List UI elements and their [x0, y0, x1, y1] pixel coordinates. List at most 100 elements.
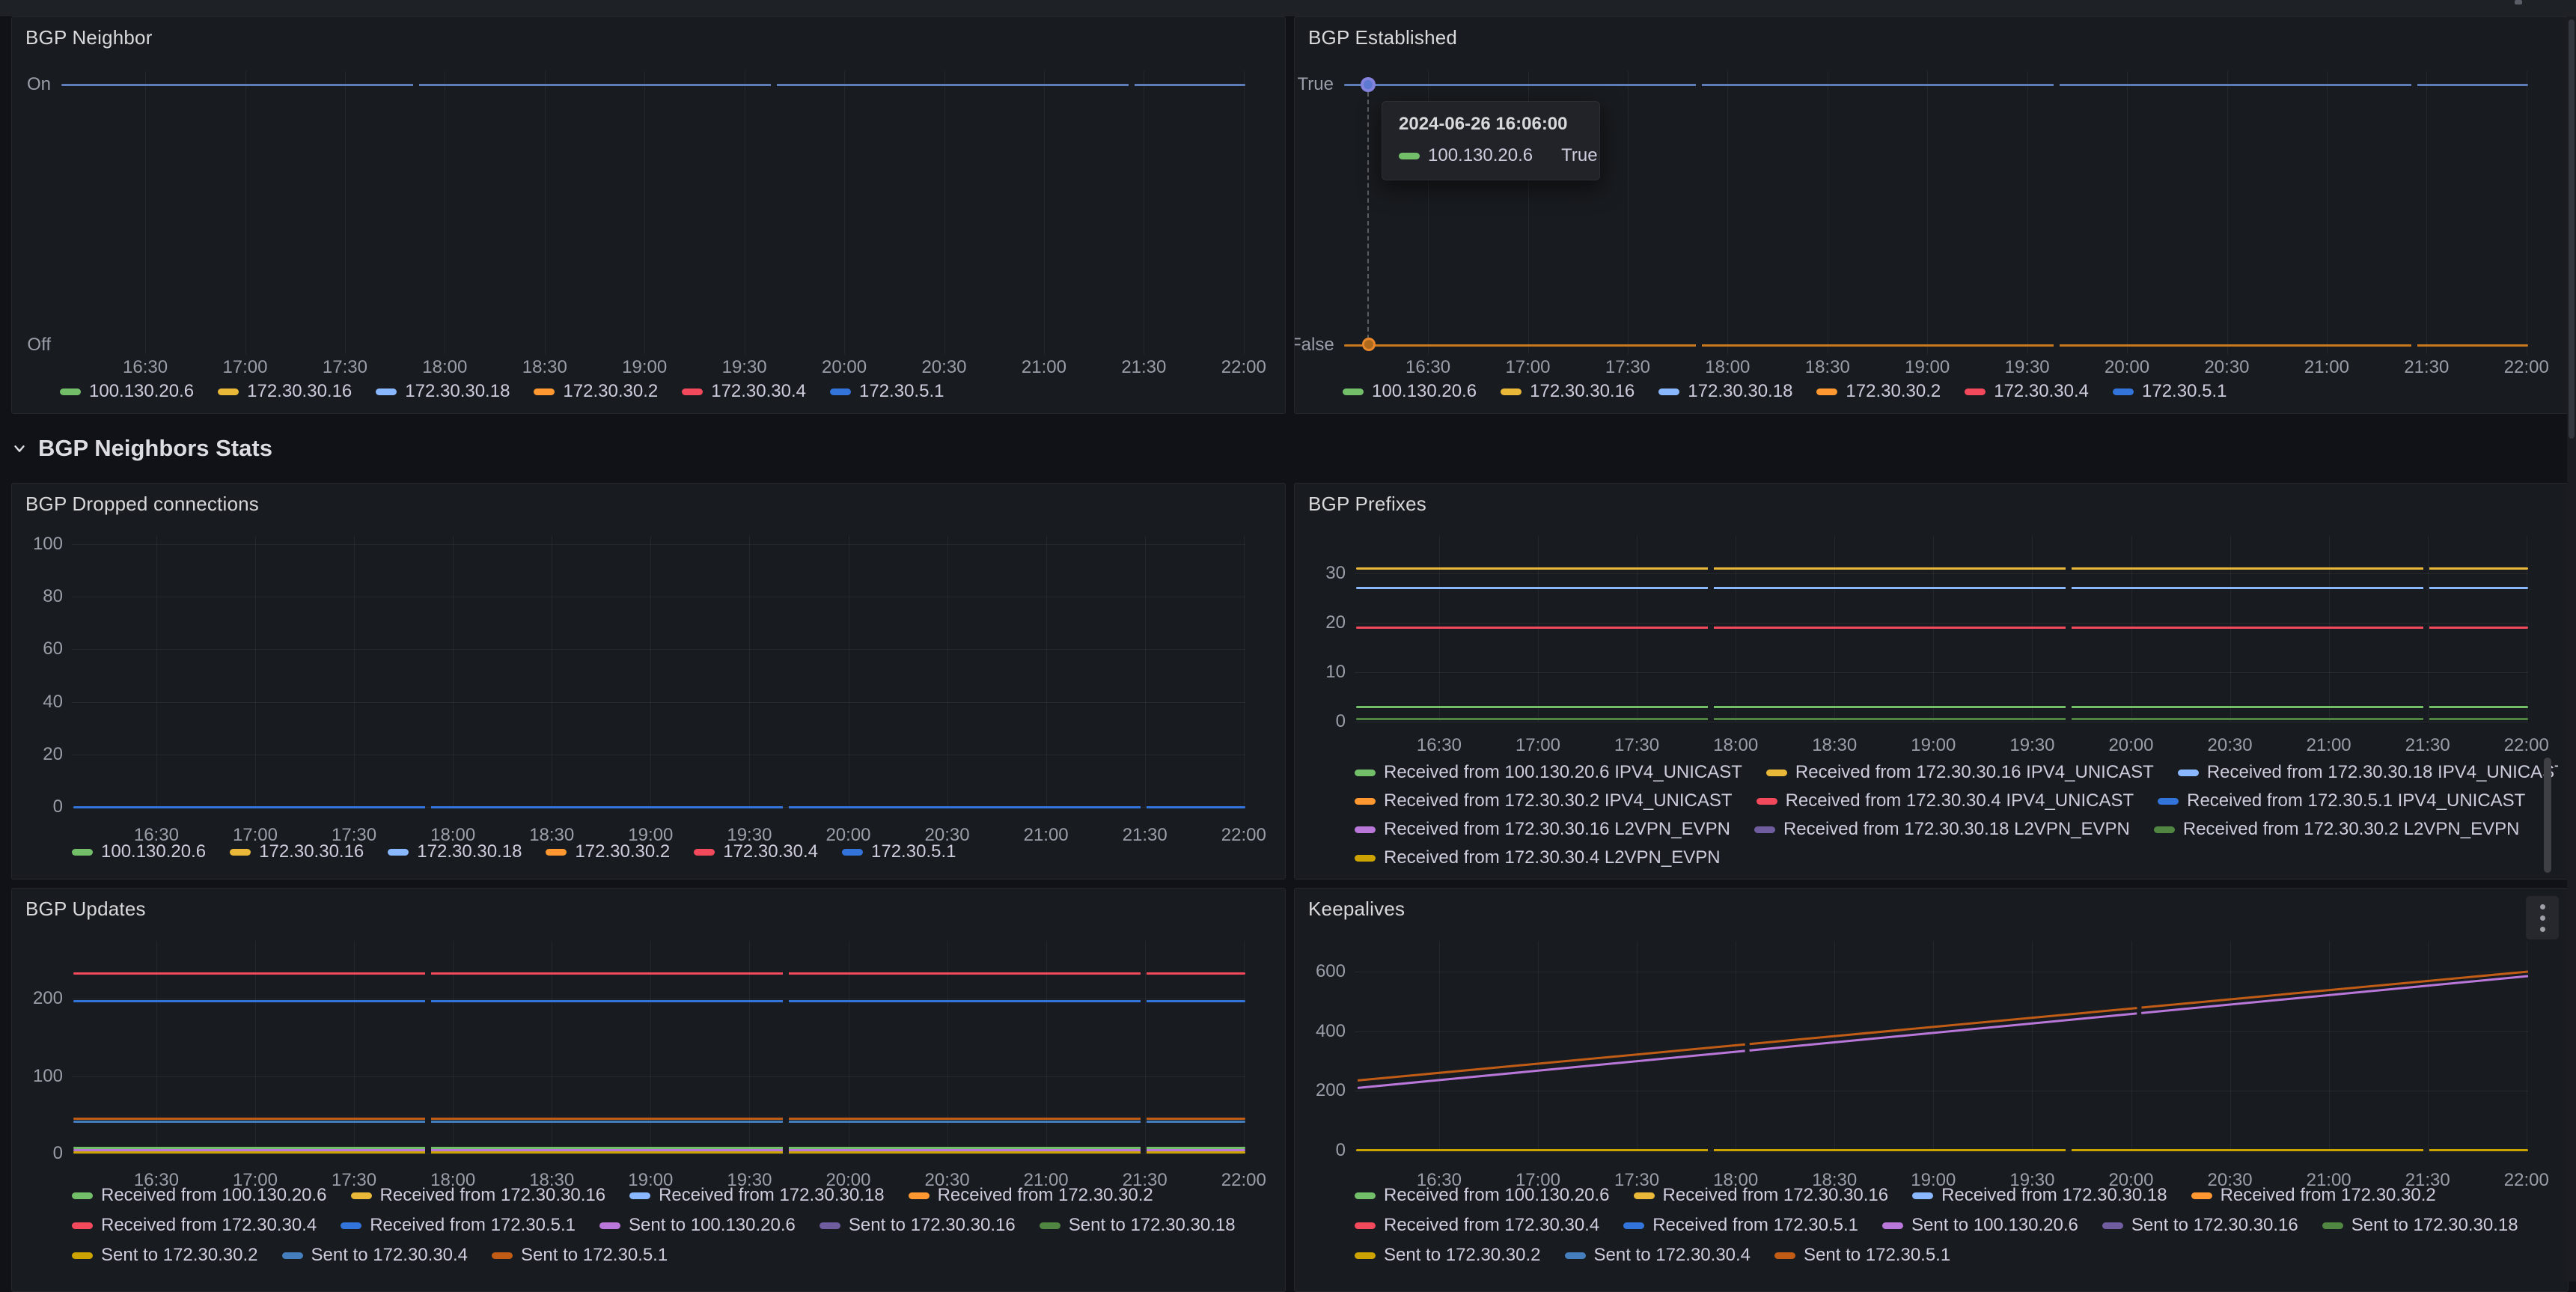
legend-swatch	[72, 1192, 93, 1199]
chart-tooltip: 2024-06-26 16:06:00 100.130.20.6 True	[1382, 101, 1600, 180]
y-tick-label: 200	[1302, 1080, 1346, 1101]
panel-title[interactable]: BGP Established	[1308, 26, 1457, 49]
legend-swatch	[1355, 770, 1376, 776]
plot-area	[1355, 536, 2528, 722]
legend-swatch	[1754, 826, 1775, 833]
y-tick-label: 100	[19, 534, 63, 555]
series-line	[1356, 1149, 2528, 1151]
legend-label: Received from 172.30.30.4	[1384, 1215, 1599, 1236]
legend-item[interactable]: 172.30.30.18	[376, 381, 510, 402]
legend-item[interactable]: 172.30.5.1	[830, 381, 944, 402]
legend-item[interactable]: Received from 172.30.30.16	[1634, 1185, 1889, 1206]
legend-swatch	[230, 849, 251, 856]
legend-item[interactable]: Received from 100.130.20.6 IPV4_UNICAST	[1355, 762, 1742, 783]
legend-item[interactable]: Sent to 172.30.30.18	[1040, 1215, 1236, 1236]
page-scrollbar[interactable]	[2567, 16, 2576, 1282]
legend-item[interactable]: Received from 172.30.30.18 IPV4_UNICAST	[2178, 762, 2558, 783]
legend-item[interactable]: Received from 172.30.30.16 L2VPN_EVPN	[1355, 819, 1730, 840]
legend-item[interactable]: Received from 172.30.30.4	[1355, 1215, 1599, 1236]
panel-title[interactable]: BGP Dropped connections	[25, 493, 259, 516]
legend-item[interactable]: Received from 172.30.30.2 IPV4_UNICAST	[1355, 790, 1733, 811]
legend-item[interactable]: Received from 172.30.5.1	[1623, 1215, 1858, 1236]
legend-item[interactable]: Received from 172.30.30.18	[629, 1185, 885, 1206]
legend-item[interactable]: 172.30.30.18	[388, 841, 522, 862]
legend-item[interactable]: Sent to 172.30.30.2	[72, 1245, 258, 1266]
legend-item[interactable]: 172.30.5.1	[2113, 381, 2226, 402]
legend-item[interactable]: Sent to 172.30.5.1	[1774, 1245, 1950, 1266]
legend-item[interactable]: 172.30.30.2	[1816, 381, 1941, 402]
x-tick-label: 21:00	[2307, 735, 2351, 756]
legend-swatch	[546, 849, 567, 856]
legend-item[interactable]: 172.30.30.18	[1658, 381, 1792, 402]
legend-label: 172.30.5.1	[2142, 381, 2226, 402]
x-tick-label: 21:30	[2405, 735, 2450, 756]
tooltip-timestamp: 2024-06-26 16:06:00	[1399, 114, 1583, 135]
x-tick-label: 19:00	[1905, 357, 1950, 378]
panel-title[interactable]: BGP Prefixes	[1308, 493, 1426, 516]
kebab-menu-icon[interactable]	[2526, 896, 2559, 939]
legend-label: Received from 172.30.30.18 L2VPN_EVPN	[1783, 819, 2130, 840]
legend-item[interactable]: Received from 172.30.30.4 L2VPN_EVPN	[1355, 847, 1721, 868]
y-tick-label: 0	[1302, 1140, 1346, 1161]
legend-item[interactable]: Received from 172.30.30.16 IPV4_UNICAST	[1766, 762, 2154, 783]
legend-item[interactable]: 172.30.5.1	[842, 841, 956, 862]
legend-item[interactable]: Received from 172.30.5.1	[341, 1215, 576, 1236]
legend-item[interactable]: Received from 172.30.30.2	[909, 1185, 1153, 1206]
legend-scrollbar-thumb[interactable]	[2544, 758, 2551, 873]
legend-item[interactable]: Sent to 172.30.30.2	[1355, 1245, 1541, 1266]
series-line	[1356, 718, 2528, 720]
legend-item[interactable]: Sent to 100.130.20.6	[599, 1215, 796, 1236]
legend-item[interactable]: 172.30.30.16	[1501, 381, 1635, 402]
panel-title[interactable]: Keepalives	[1308, 898, 1405, 921]
page-scrollbar-thumb[interactable]	[2569, 19, 2575, 439]
legend-swatch	[1343, 388, 1364, 395]
x-tick-label: 17:30	[1605, 357, 1650, 378]
legend-item[interactable]: Sent to 172.30.5.1	[492, 1245, 668, 1266]
series-line	[73, 1000, 1245, 1002]
legend-swatch	[60, 388, 81, 395]
row-section-bgp-neighbors-stats[interactable]: BGP Neighbors Stats	[11, 414, 1284, 483]
legend-row: 100.130.20.6 172.30.30.16 172.30.30.18 172.…	[1343, 381, 2250, 402]
x-tick-label: 19:30	[2009, 735, 2054, 756]
legend-item[interactable]: Sent to 172.30.30.4	[1565, 1245, 1751, 1266]
legend-item[interactable]: Received from 172.30.30.16	[351, 1185, 606, 1206]
legend-label: Received from 172.30.5.1	[370, 1215, 576, 1236]
legend-item[interactable]: 172.30.30.2	[546, 841, 670, 862]
series-line	[73, 806, 1245, 808]
legend-item[interactable]: Received from 172.30.30.4	[72, 1215, 317, 1236]
hover-point-true	[1361, 77, 1376, 92]
legend-item[interactable]: Received from 100.130.20.6	[72, 1185, 327, 1206]
legend-item[interactable]: Sent to 172.30.30.16	[2102, 1215, 2298, 1236]
legend-item[interactable]: Received from 172.30.30.2	[2191, 1185, 2436, 1206]
legend-item[interactable]: 100.130.20.6	[1343, 381, 1477, 402]
legend-item[interactable]: Received from 172.30.30.18 L2VPN_EVPN	[1754, 819, 2130, 840]
legend-item[interactable]: 172.30.30.4	[694, 841, 818, 862]
legend-item[interactable]: Received from 172.30.30.2 L2VPN_EVPN	[2154, 819, 2520, 840]
legend-item[interactable]: 172.30.30.16	[230, 841, 364, 862]
legend-item[interactable]: 100.130.20.6	[72, 841, 206, 862]
legend-item[interactable]: Received from 172.30.30.4 IPV4_UNICAST	[1756, 790, 2134, 811]
legend-swatch	[1756, 798, 1777, 805]
x-tick-label: 22:00	[1221, 825, 1266, 846]
legend-row: Received from 172.30.30.4 Received from 1…	[72, 1215, 1260, 1236]
legend-item[interactable]: Received from 172.30.5.1 IPV4_UNICAST	[2158, 790, 2525, 811]
legend-item[interactable]: Received from 172.30.30.18	[1912, 1185, 2167, 1206]
legend-swatch	[72, 1222, 93, 1229]
legend-item[interactable]: Sent to 172.30.30.18	[2322, 1215, 2518, 1236]
x-tick-label: 16:30	[123, 357, 168, 378]
panel-title[interactable]: BGP Updates	[25, 898, 146, 921]
legend-swatch	[72, 849, 93, 856]
legend-item[interactable]: 172.30.30.4	[682, 381, 806, 402]
legend-item[interactable]: Received from 100.130.20.6	[1355, 1185, 1610, 1206]
legend-swatch	[1040, 1222, 1060, 1229]
legend-item[interactable]: Sent to 172.30.30.4	[282, 1245, 468, 1266]
legend-item[interactable]: Sent to 100.130.20.6	[1882, 1215, 2078, 1236]
legend-row: Received from 100.130.20.6 IPV4_UNICAST R…	[1355, 762, 2558, 783]
legend-item[interactable]: 172.30.30.4	[1965, 381, 2089, 402]
legend-item[interactable]: 172.30.30.16	[218, 381, 352, 402]
legend-item[interactable]: Sent to 172.30.30.16	[820, 1215, 1016, 1236]
legend-row: Received from 172.30.30.2 IPV4_UNICAST Re…	[1355, 790, 2549, 811]
legend-item[interactable]: 100.130.20.6	[60, 381, 194, 402]
panel-title[interactable]: BGP Neighbor	[25, 26, 153, 49]
legend-item[interactable]: 172.30.30.2	[534, 381, 658, 402]
